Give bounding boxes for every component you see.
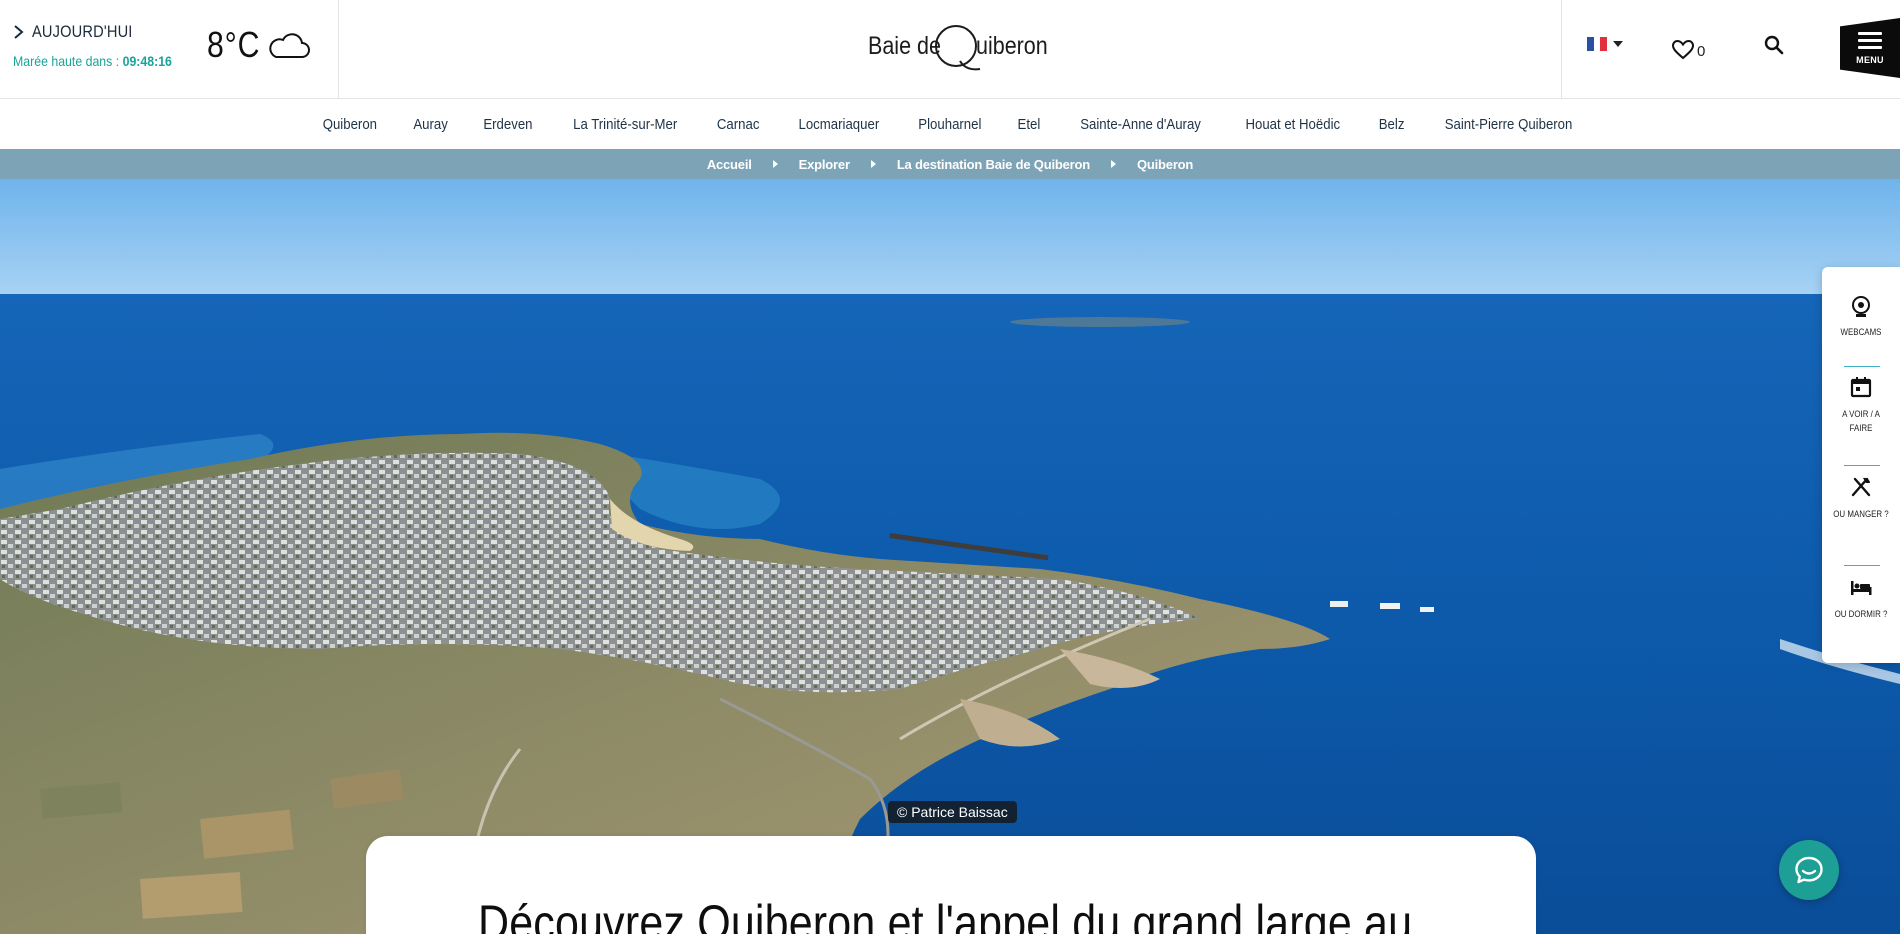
breadcrumb-explorer[interactable]: Explorer: [799, 157, 850, 172]
hamburger-icon: [1858, 32, 1882, 53]
header-divider-left: [338, 0, 339, 99]
logo-text-uiberon: uiberon: [976, 32, 1048, 60]
town-link-erdeven[interactable]: Erdeven: [470, 116, 546, 133]
calendar-icon: [1850, 377, 1872, 398]
town-link-locmariaquer[interactable]: Locmariaquer: [785, 116, 892, 133]
breadcrumb-current: Quiberon: [1136, 156, 1194, 172]
town-link-belz[interactable]: Belz: [1365, 116, 1417, 133]
quick-link-webcams[interactable]: WEBCAMS: [1822, 267, 1900, 367]
heart-icon: [1672, 40, 1694, 60]
towns-nav: Quiberon Auray Erdeven La Trinité-sur-Me…: [0, 99, 1900, 149]
town-link-saint-pierre-quiberon[interactable]: Saint-Pierre Quiberon: [1431, 116, 1585, 133]
bed-icon: [1851, 581, 1872, 595]
town-link-houat-et-hoedic[interactable]: Houat et Hoëdic: [1232, 116, 1353, 133]
breadcrumb-home[interactable]: Accueil: [707, 157, 752, 172]
quick-link-label: A VOIR / A FAIRE: [1842, 409, 1880, 433]
temperature: 8°C: [207, 24, 261, 65]
breadcrumb-arrow-icon: [870, 160, 876, 168]
language-selector[interactable]: [1587, 37, 1623, 51]
town-link-plouharnel[interactable]: Plouharnel: [905, 116, 995, 133]
quick-links-panel: WEBCAMS A VOIR / A FAIRE OU MANGER ? OU …: [1822, 267, 1900, 663]
photo-credit: © Patrice Baissac: [888, 801, 1017, 823]
favorites-button[interactable]: 0: [1672, 33, 1705, 60]
town-link-la-trinite-sur-mer[interactable]: La Trinité-sur-Mer: [560, 116, 691, 133]
today-toggle[interactable]: AUJOURD'HUI: [13, 22, 149, 42]
hero-banner: © Patrice Baissac: [0, 179, 1900, 934]
french-flag-icon: [1587, 37, 1608, 51]
quick-link-label: OU MANGER ?: [1833, 509, 1889, 519]
chevron-right-icon: [14, 25, 24, 39]
quick-link-ou-dormir[interactable]: OU DORMIR ?: [1822, 567, 1900, 667]
favorites-count: 0: [1697, 43, 1706, 60]
intro-card: Découvrez Quiberon et l'appel du grand l…: [366, 836, 1536, 934]
tide-info: Marée haute dans : 09:48:16: [13, 53, 172, 69]
town-link-auray[interactable]: Auray: [400, 116, 461, 133]
breadcrumb-arrow-icon: [1110, 160, 1116, 168]
town-link-carnac[interactable]: Carnac: [704, 116, 773, 133]
page-title: Découvrez Quiberon et l'appel du grand l…: [478, 895, 1413, 934]
chat-bubble-icon: [1795, 856, 1823, 884]
town-link-etel[interactable]: Etel: [1004, 116, 1053, 133]
webcam-icon: [1852, 296, 1870, 317]
breadcrumb: Accueil Explorer La destination Baie de …: [0, 149, 1900, 179]
site-header: AUJOURD'HUI Marée haute dans : 09:48:16 …: [0, 0, 1900, 99]
breadcrumb-destination[interactable]: La destination Baie de Quiberon: [897, 157, 1090, 172]
quick-link-label: OU DORMIR ?: [1834, 609, 1888, 619]
header-divider-right: [1561, 0, 1562, 99]
quick-link-ou-manger[interactable]: OU MANGER ?: [1822, 467, 1900, 567]
chat-button[interactable]: [1779, 840, 1839, 900]
breadcrumb-arrow-icon: [772, 160, 778, 168]
today-label: AUJOURD'HUI: [32, 22, 133, 41]
town-link-quiberon[interactable]: Quiberon: [310, 116, 391, 133]
cutlery-icon: [1851, 477, 1871, 497]
caret-down-icon: [1613, 41, 1623, 47]
quick-link-a-voir-a-faire[interactable]: A VOIR / A FAIRE: [1822, 367, 1900, 467]
menu-button[interactable]: MENU: [1840, 18, 1900, 78]
tide-label: Marée haute dans :: [13, 53, 123, 69]
quick-link-divider: [1844, 465, 1880, 466]
search-icon[interactable]: [1763, 34, 1785, 56]
menu-label: MENU: [1856, 55, 1884, 65]
site-logo[interactable]: Baie de uiberon: [866, 20, 1048, 76]
cloud-icon: [269, 33, 310, 58]
quick-link-divider: [1844, 565, 1880, 566]
tide-countdown: 09:48:16: [122, 53, 172, 69]
town-link-sainte-anne-dauray[interactable]: Sainte-Anne d'Auray: [1067, 116, 1214, 133]
quick-link-label: WEBCAMS: [1840, 327, 1882, 337]
